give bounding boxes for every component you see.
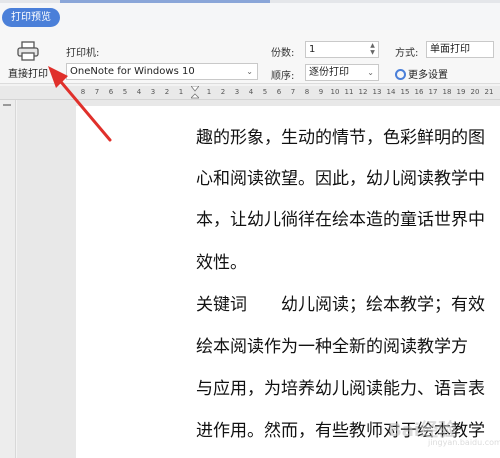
ruler-tick-label: 17 bbox=[428, 88, 438, 96]
order-value: 逐份打印 bbox=[309, 67, 349, 78]
vertical-ruler bbox=[0, 100, 16, 458]
document-line: 趣的形象，生动的情节，色彩鲜明的图 bbox=[196, 128, 485, 148]
ruler-tick-label: 2 bbox=[220, 88, 226, 96]
ruler-tick-label: 5 bbox=[262, 88, 268, 96]
chevron-down-icon: ⌄ bbox=[367, 68, 374, 77]
ruler-tick-label: 13 bbox=[372, 88, 382, 96]
document-line: 本，让幼儿徜徉在绘本造的童话世界中 bbox=[196, 210, 485, 230]
ruler-tick-label: 7 bbox=[94, 88, 100, 96]
printer-value: OneNote for Windows 10 bbox=[70, 66, 195, 77]
ruler-tick-label: 21 bbox=[484, 88, 494, 96]
order-label: 顺序: bbox=[271, 71, 295, 82]
stepper-arrows-icon[interactable]: ▲ ▼ bbox=[369, 42, 376, 57]
chevron-down-icon: ⌄ bbox=[246, 67, 253, 76]
document-line: 与应用，为培养幼儿阅读能力、语言表 bbox=[196, 379, 485, 399]
document-line: 绘本阅读作为一种全新的阅读教学方 bbox=[196, 337, 468, 357]
ruler-tick-label: 18 bbox=[442, 88, 452, 96]
order-select[interactable]: 逐份打印 ⌄ bbox=[305, 64, 379, 81]
tab-print-preview[interactable]: 打印预览 bbox=[2, 8, 60, 27]
ruler-tick-label: 1 bbox=[206, 88, 212, 96]
ruler-tick-label: 8 bbox=[304, 88, 310, 96]
ruler-tick-label: 20 bbox=[470, 88, 480, 96]
ruler-tick-label: 14 bbox=[386, 88, 396, 96]
copies-label: 份数: bbox=[271, 48, 295, 59]
ruler-tick-label: 11 bbox=[344, 88, 354, 96]
ruler-tick-label: 6 bbox=[108, 88, 114, 96]
ruler-tick-label: 12 bbox=[358, 88, 368, 96]
ruler-tick-label: 16 bbox=[414, 88, 424, 96]
ruler-tick-label: 4 bbox=[136, 88, 142, 96]
more-settings-button[interactable]: 更多设置 bbox=[395, 66, 448, 81]
copies-stepper[interactable]: 1 ▲ ▼ bbox=[305, 41, 379, 58]
gear-icon bbox=[395, 69, 406, 80]
ruler-tick-label: 15 bbox=[400, 88, 410, 96]
top-strip-highlight bbox=[60, 0, 270, 3]
horizontal-ruler: 8 7 6 5 4 3 2 1 1 2 3 4 5 6 7 8 9 10 11 12 13 14 15 16 17 18 19 20 2… bbox=[0, 86, 500, 100]
document-line: 关键词 幼儿阅读；绘本教学；有效 bbox=[196, 295, 485, 315]
ruler-tick-label: 9 bbox=[318, 88, 324, 96]
mode-value: 单面打印 bbox=[430, 44, 470, 55]
watermark-url: jingyan.baidu.com bbox=[428, 438, 500, 447]
document-page bbox=[76, 106, 500, 458]
ruler-tick-label: 2 bbox=[164, 88, 170, 96]
document-line: 效性。 bbox=[196, 253, 247, 273]
ruler-tick-label: 6 bbox=[276, 88, 282, 96]
ruler-tick-label: 5 bbox=[122, 88, 128, 96]
mode-label: 方式: bbox=[395, 48, 419, 59]
ruler-tick-label: 8 bbox=[80, 88, 86, 96]
printer-icon bbox=[17, 41, 39, 61]
more-settings-label: 更多设置 bbox=[408, 70, 448, 81]
printer-select[interactable]: OneNote for Windows 10 ⌄ bbox=[66, 63, 258, 80]
indent-marker-icon[interactable] bbox=[191, 86, 199, 100]
tab-bar: 打印预览 bbox=[0, 0, 500, 30]
ruler-tick-label: 3 bbox=[150, 88, 156, 96]
ruler-tick-label: 10 bbox=[330, 88, 340, 96]
mode-select[interactable]: 单面打印 bbox=[426, 41, 494, 58]
ruler-tick-label: 19 bbox=[456, 88, 466, 96]
copies-value: 1 bbox=[309, 44, 316, 55]
ruler-tick-label: 7 bbox=[290, 88, 296, 96]
printer-label: 打印机: bbox=[66, 48, 100, 59]
ruler-tick-label: 1 bbox=[178, 88, 184, 96]
ruler-ticks: 8 7 6 5 4 3 2 1 1 2 3 4 5 6 7 8 9 10 11 12 13 14 15 16 17 18 19 20 2… bbox=[76, 88, 496, 96]
baidu-watermark: Bai经验 jingyan.baidu.com bbox=[388, 412, 500, 450]
direct-print-button[interactable]: 直接打印 bbox=[4, 38, 50, 80]
direct-print-label: 直接打印 bbox=[8, 69, 48, 80]
ruler-tick-label: 3 bbox=[234, 88, 240, 96]
document-line: 心和阅读欲望。因此，幼儿阅读教学中 bbox=[196, 169, 485, 189]
ruler-tick-label: 4 bbox=[248, 88, 254, 96]
ruler-mark bbox=[3, 104, 11, 106]
